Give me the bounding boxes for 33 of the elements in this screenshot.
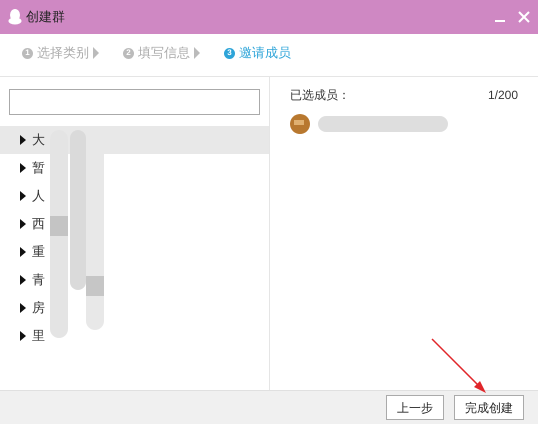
step-label: 邀请成员 — [239, 44, 291, 62]
chevron-icon — [194, 47, 200, 59]
expand-arrow-icon — [20, 247, 26, 257]
group-name: 人 — [32, 187, 45, 206]
group-name: 西 — [32, 215, 45, 234]
group-name: 青 — [32, 271, 45, 290]
expand-arrow-icon — [20, 163, 26, 173]
step-number: 3 — [224, 48, 235, 58]
group-name: 重 — [32, 243, 45, 262]
selected-members-label: 已选成员： — [290, 87, 350, 104]
search-field[interactable] — [9, 89, 260, 115]
window-title: 创建群 — [26, 8, 65, 26]
chevron-icon — [93, 47, 99, 59]
step-number: 1 — [22, 48, 33, 58]
group-name: 暂 — [32, 159, 45, 178]
penguin-icon — [8, 9, 22, 25]
expand-arrow-icon — [20, 135, 26, 145]
expand-arrow-icon — [20, 303, 26, 313]
expand-arrow-icon — [20, 331, 26, 341]
step-label: 选择类别 — [37, 44, 89, 62]
step-number: 2 — [123, 48, 134, 58]
group-name: 房 — [32, 299, 45, 318]
group-name: 里 — [32, 327, 45, 346]
avatar-icon — [290, 114, 310, 134]
dialog-button[interactable]: 完成创建 — [454, 395, 524, 420]
step-label: 填写信息 — [138, 44, 190, 62]
expand-arrow-icon — [20, 219, 26, 229]
close-icon[interactable] — [518, 11, 530, 23]
expand-arrow-icon — [20, 275, 26, 285]
group-name: 大 — [32, 131, 45, 150]
dialog-button[interactable]: 上一步 — [386, 395, 444, 420]
expand-arrow-icon — [20, 191, 26, 201]
member-count: 1/200 — [488, 87, 518, 104]
